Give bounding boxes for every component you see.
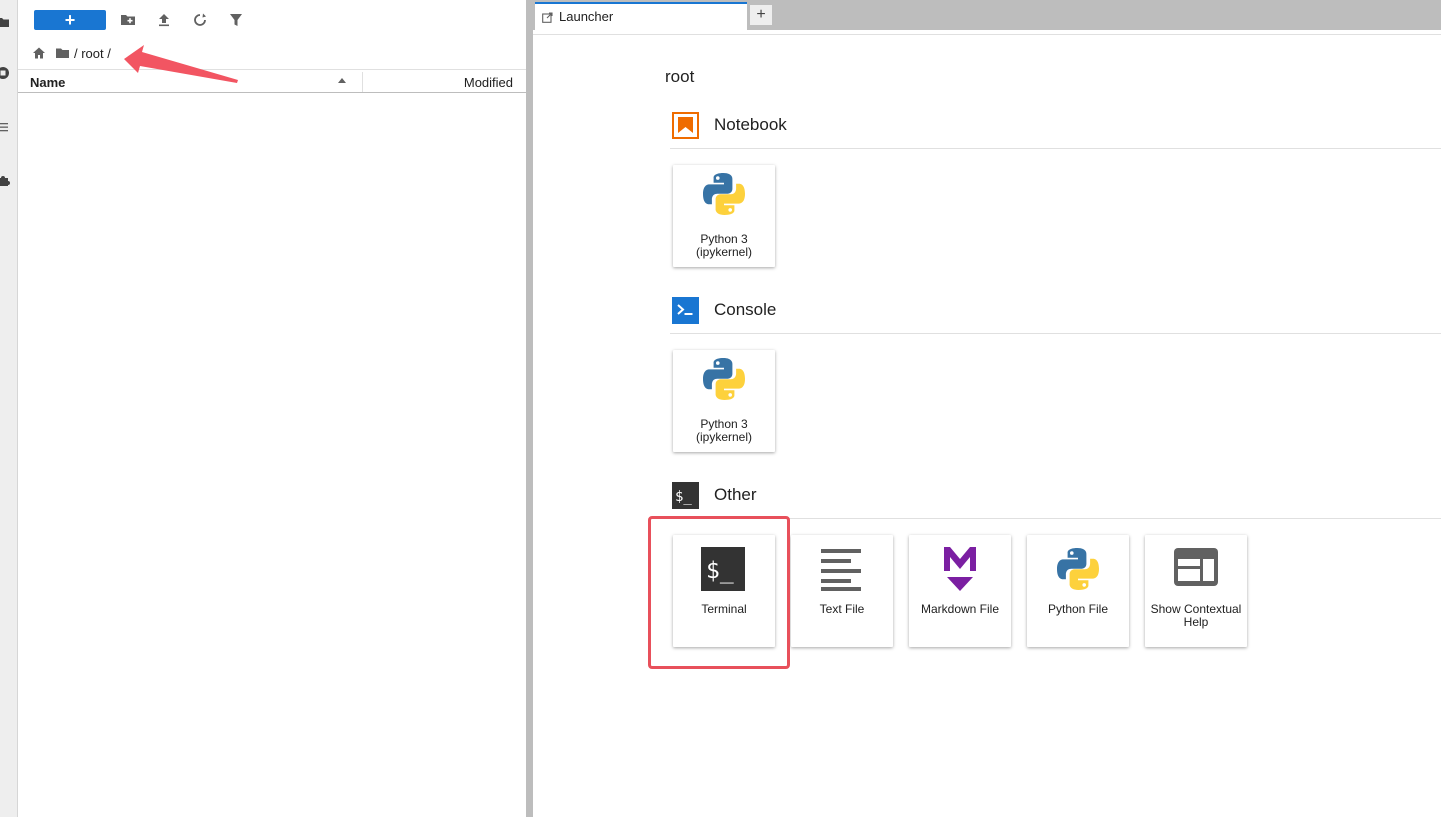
section-divider: [670, 148, 1441, 149]
tab-launcher[interactable]: Launcher: [535, 2, 747, 31]
tab-label: Launcher: [559, 9, 614, 24]
activity-bar: [0, 0, 18, 817]
launcher-cwd: root: [665, 67, 695, 86]
card-label: Text File: [819, 602, 865, 616]
upload-icon[interactable]: [156, 12, 172, 28]
launcher-card-text-file[interactable]: Text File: [791, 535, 893, 647]
file-browser: + / root / Name Modified: [18, 0, 526, 817]
card-label: Show Contextual Help: [1150, 602, 1242, 629]
breadcrumb: / root /: [32, 44, 111, 62]
filter-icon[interactable]: [228, 12, 244, 28]
highlight-box: [648, 516, 790, 669]
refresh-icon[interactable]: [192, 12, 208, 28]
card-label: Python File: [1047, 602, 1109, 616]
section-divider: [670, 333, 1441, 334]
card-label: Python 3 (ipykernel): [695, 417, 752, 444]
contextual-help-icon: [1174, 548, 1218, 586]
new-folder-icon[interactable]: [120, 12, 136, 28]
card-label: Python 3 (ipykernel): [695, 232, 752, 259]
breadcrumb-path[interactable]: / root /: [74, 46, 111, 61]
launcher-card-contextual-help[interactable]: Show Contextual Help: [1145, 535, 1247, 647]
python-icon: [703, 358, 745, 400]
sort-ascending-icon[interactable]: [338, 78, 346, 83]
section-title-other: Other: [714, 485, 757, 504]
toc-icon[interactable]: [0, 120, 10, 134]
launcher-tab-icon: [542, 12, 553, 23]
section-title-notebook: Notebook: [714, 115, 787, 134]
annotation-arrow: [124, 45, 238, 83]
new-launcher-button[interactable]: +: [34, 10, 106, 30]
launcher-card-console-python3[interactable]: Python 3 (ipykernel): [673, 350, 775, 452]
python-icon: [1057, 548, 1099, 590]
python-icon: [703, 173, 745, 215]
running-icon[interactable]: [0, 66, 10, 80]
launcher: root Notebook Python 3 (ipykernel) Conso…: [533, 35, 1441, 817]
text-file-icon: [821, 549, 861, 591]
column-separator[interactable]: [362, 72, 363, 92]
other-icon: $_: [672, 482, 699, 509]
home-icon[interactable]: [32, 46, 46, 60]
markdown-icon: [944, 547, 976, 591]
section-title-console: Console: [714, 300, 777, 319]
column-modified[interactable]: Modified: [464, 75, 513, 90]
extension-icon[interactable]: [0, 173, 10, 187]
launcher-card-python-file[interactable]: Python File: [1027, 535, 1129, 647]
file-list-header: Name Modified: [18, 69, 526, 93]
folder-icon[interactable]: [55, 46, 70, 60]
panel-splitter[interactable]: [526, 0, 533, 817]
launcher-card-notebook-python3[interactable]: Python 3 (ipykernel): [673, 165, 775, 267]
card-label: Markdown File: [920, 602, 1000, 616]
svg-text:$_: $_: [675, 489, 692, 505]
tab-bar: Launcher +: [533, 0, 1441, 31]
launcher-card-markdown-file[interactable]: Markdown File: [909, 535, 1011, 647]
main-area: Launcher + root Notebook Python 3 (ipyke…: [533, 0, 1441, 817]
jupyterlab-window: + / root / Name Modified Launcher + root…: [0, 0, 1441, 817]
add-tab-button[interactable]: +: [749, 4, 773, 26]
console-icon: [672, 297, 699, 324]
column-name[interactable]: Name: [30, 75, 65, 90]
folder-icon[interactable]: [0, 15, 10, 29]
notebook-icon: [672, 112, 699, 139]
